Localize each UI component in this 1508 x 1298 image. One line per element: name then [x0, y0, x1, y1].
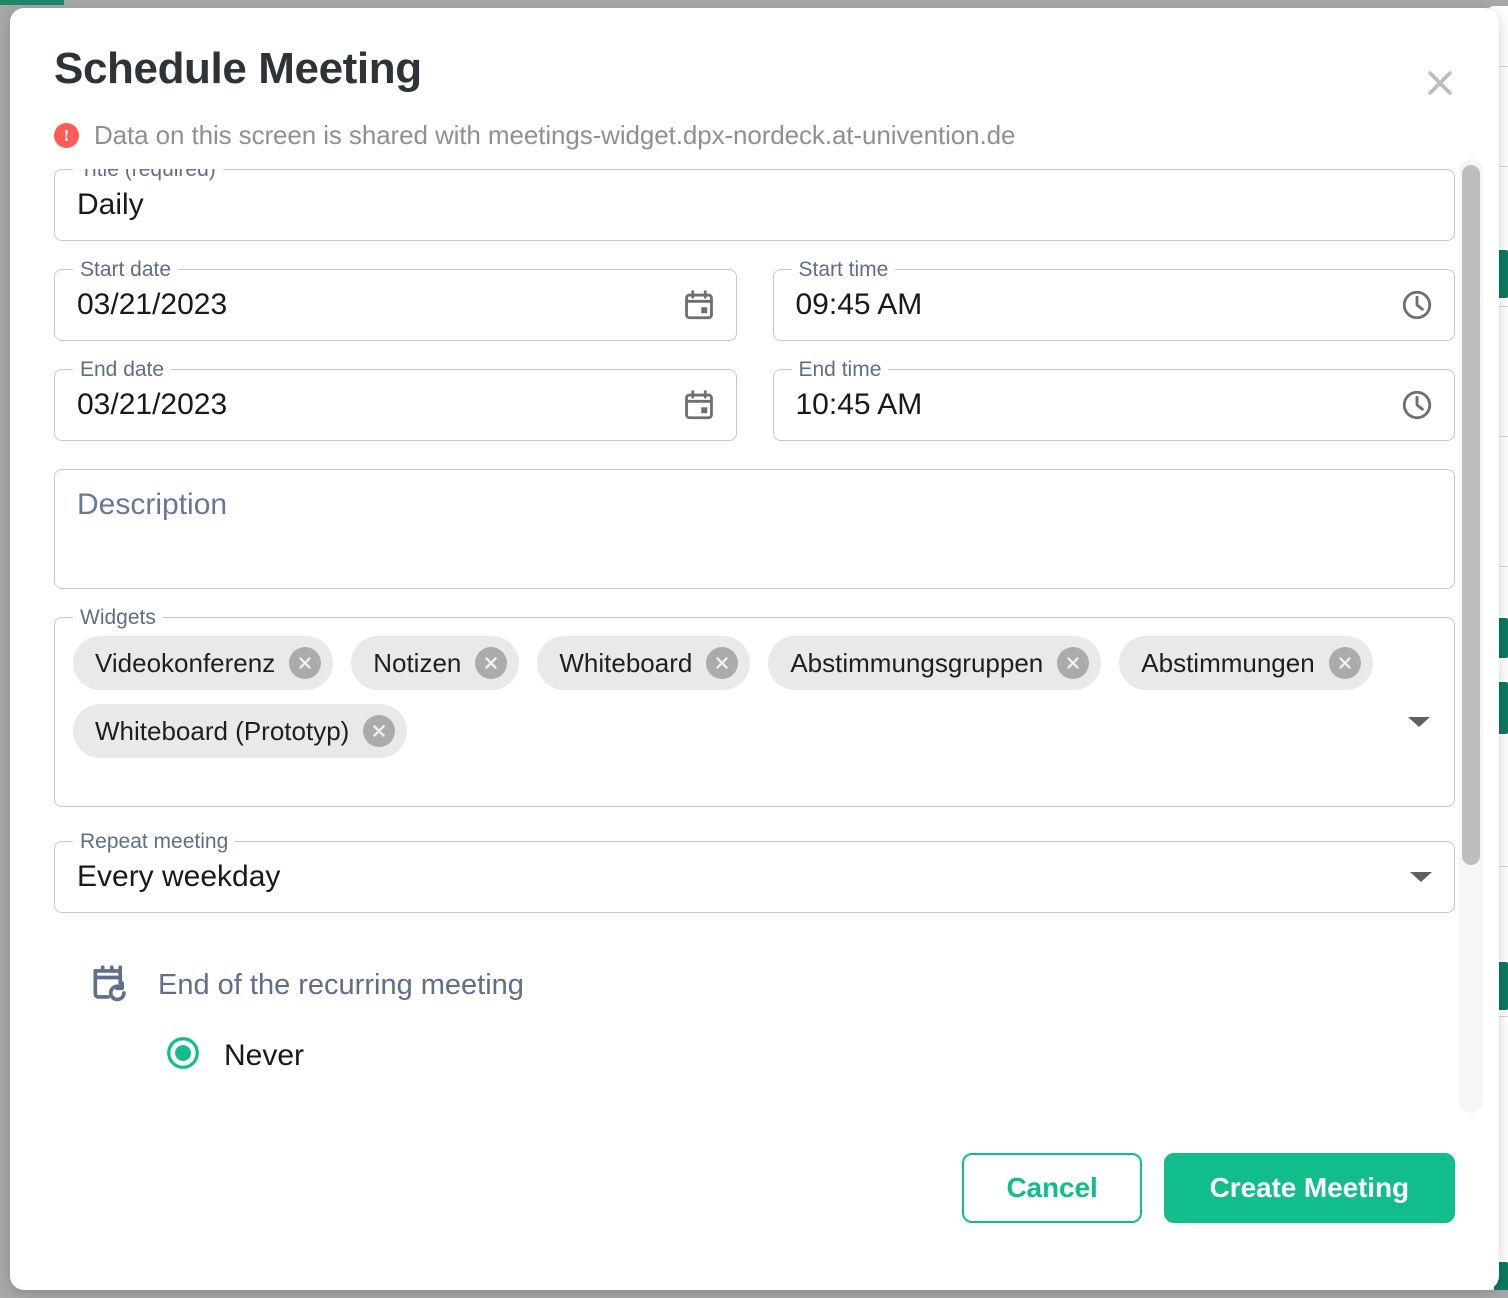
- remove-chip-icon-glyph: [295, 653, 315, 673]
- scrollbar-thumb[interactable]: [1462, 165, 1480, 865]
- widget-chip[interactable]: Notizen: [351, 636, 519, 690]
- title-field[interactable]: Title (required) Daily: [54, 169, 1455, 241]
- remove-chip-icon-glyph: [481, 653, 501, 673]
- widget-chip[interactable]: Videokonferenz: [73, 636, 333, 690]
- widgets-field[interactable]: Widgets VideokonferenzNotizenWhiteboardA…: [54, 617, 1455, 807]
- start-time-field[interactable]: Start time 09:45 AM: [773, 269, 1456, 341]
- repeat-meeting-field[interactable]: Repeat meeting Every weekday: [54, 841, 1455, 913]
- calendar-icon-glyph: [682, 288, 716, 322]
- radio-selected-icon-glyph: [164, 1034, 202, 1072]
- share-notice-text: Data on this screen is shared with meeti…: [94, 120, 1015, 151]
- widget-chip-label: Whiteboard: [559, 648, 692, 679]
- recurrence-end-label: End of the recurring meeting: [158, 969, 524, 1002]
- start-time-label: Start time: [792, 259, 896, 281]
- dialog-header: Schedule Meeting ! Data on this screen i…: [10, 8, 1499, 151]
- description-field[interactable]: Description: [54, 469, 1455, 589]
- clock-icon[interactable]: [1400, 388, 1434, 422]
- end-time-field[interactable]: End time 10:45 AM: [773, 369, 1456, 441]
- form-scroll-region: Title (required) Daily Start date 03/21/…: [54, 169, 1455, 1125]
- widgets-chip-list: Videokonferenz Notizen Whiteboard Abstimmun…: [73, 636, 1394, 758]
- remove-chip-icon-glyph: [1335, 653, 1355, 673]
- clock-icon-glyph: [1400, 288, 1434, 322]
- description-input[interactable]: Description: [55, 470, 1454, 588]
- remove-chip-icon-glyph: [712, 653, 732, 673]
- end-date-label: End date: [73, 359, 171, 381]
- title-field-label: Title (required): [73, 169, 223, 181]
- page-title: Schedule Meeting: [54, 46, 1455, 92]
- chevron-down-icon-glyph: [1408, 869, 1434, 885]
- widget-chip-label: Whiteboard (Prototyp): [95, 716, 349, 747]
- chevron-down-icon[interactable]: [1406, 714, 1432, 735]
- end-row: End date 03/21/2023 End time 10:45 AM: [54, 369, 1455, 441]
- calendar-icon[interactable]: [682, 388, 716, 422]
- remove-chip-icon-glyph: [369, 721, 389, 741]
- start-row: Start date 03/21/2023 Start time 09:45 A…: [54, 269, 1455, 341]
- remove-chip-icon[interactable]: [706, 647, 738, 679]
- create-meeting-button[interactable]: Create Meeting: [1164, 1153, 1455, 1223]
- radio-selected-icon[interactable]: [164, 1034, 202, 1077]
- repeat-meeting-label: Repeat meeting: [73, 831, 235, 853]
- scrollbar-track[interactable]: [1459, 159, 1483, 1113]
- calendar-icon[interactable]: [682, 288, 716, 322]
- dialog-body: Title (required) Daily Start date 03/21/…: [10, 151, 1499, 1125]
- end-time-label: End time: [792, 359, 889, 381]
- calendar-repeat-icon-glyph: [88, 961, 132, 1005]
- dialog-footer: Cancel Create Meeting: [10, 1125, 1499, 1290]
- start-date-label: Start date: [73, 259, 178, 281]
- widget-chip[interactable]: Whiteboard: [537, 636, 750, 690]
- remove-chip-icon-glyph: [1063, 653, 1083, 673]
- widget-chip-label: Notizen: [373, 648, 461, 679]
- close-icon-glyph: [1423, 66, 1457, 100]
- title-input[interactable]: Daily: [55, 170, 1454, 240]
- chevron-down-icon-glyph: [1406, 714, 1432, 730]
- recurrence-never-label: Never: [224, 1039, 304, 1073]
- widget-chip[interactable]: Whiteboard (Prototyp): [73, 704, 407, 758]
- repeat-meeting-select-value[interactable]: Every weekday: [55, 842, 1454, 912]
- widget-chip[interactable]: Abstimmungsgruppen: [768, 636, 1101, 690]
- remove-chip-icon[interactable]: [289, 647, 321, 679]
- remove-chip-icon[interactable]: [475, 647, 507, 679]
- clock-icon-glyph: [1400, 388, 1434, 422]
- clock-icon[interactable]: [1400, 288, 1434, 322]
- calendar-icon-glyph: [682, 388, 716, 422]
- widgets-field-label: Widgets: [73, 607, 163, 629]
- recurrence-end-section: End of the recurring meeting: [54, 961, 1455, 1010]
- cancel-button[interactable]: Cancel: [962, 1153, 1141, 1223]
- widget-chip[interactable]: Abstimmungen: [1119, 636, 1372, 690]
- background-app-topbar: [0, 0, 64, 5]
- calendar-repeat-icon: [88, 961, 132, 1010]
- recurrence-end-option-never[interactable]: Never: [54, 1034, 1455, 1077]
- chevron-down-icon[interactable]: [1408, 869, 1434, 885]
- widget-chip-label: Abstimmungsgruppen: [790, 648, 1043, 679]
- share-notice: ! Data on this screen is shared with mee…: [54, 120, 1455, 151]
- remove-chip-icon[interactable]: [363, 715, 395, 747]
- close-icon[interactable]: [1417, 60, 1463, 106]
- remove-chip-icon[interactable]: [1329, 647, 1361, 679]
- remove-chip-icon[interactable]: [1057, 647, 1089, 679]
- widget-chip-label: Videokonferenz: [95, 648, 275, 679]
- end-date-field[interactable]: End date 03/21/2023: [54, 369, 737, 441]
- error-exclamation-icon: !: [54, 123, 79, 148]
- start-date-field[interactable]: Start date 03/21/2023: [54, 269, 737, 341]
- widget-chip-label: Abstimmungen: [1141, 648, 1314, 679]
- schedule-meeting-dialog: Schedule Meeting ! Data on this screen i…: [10, 8, 1499, 1290]
